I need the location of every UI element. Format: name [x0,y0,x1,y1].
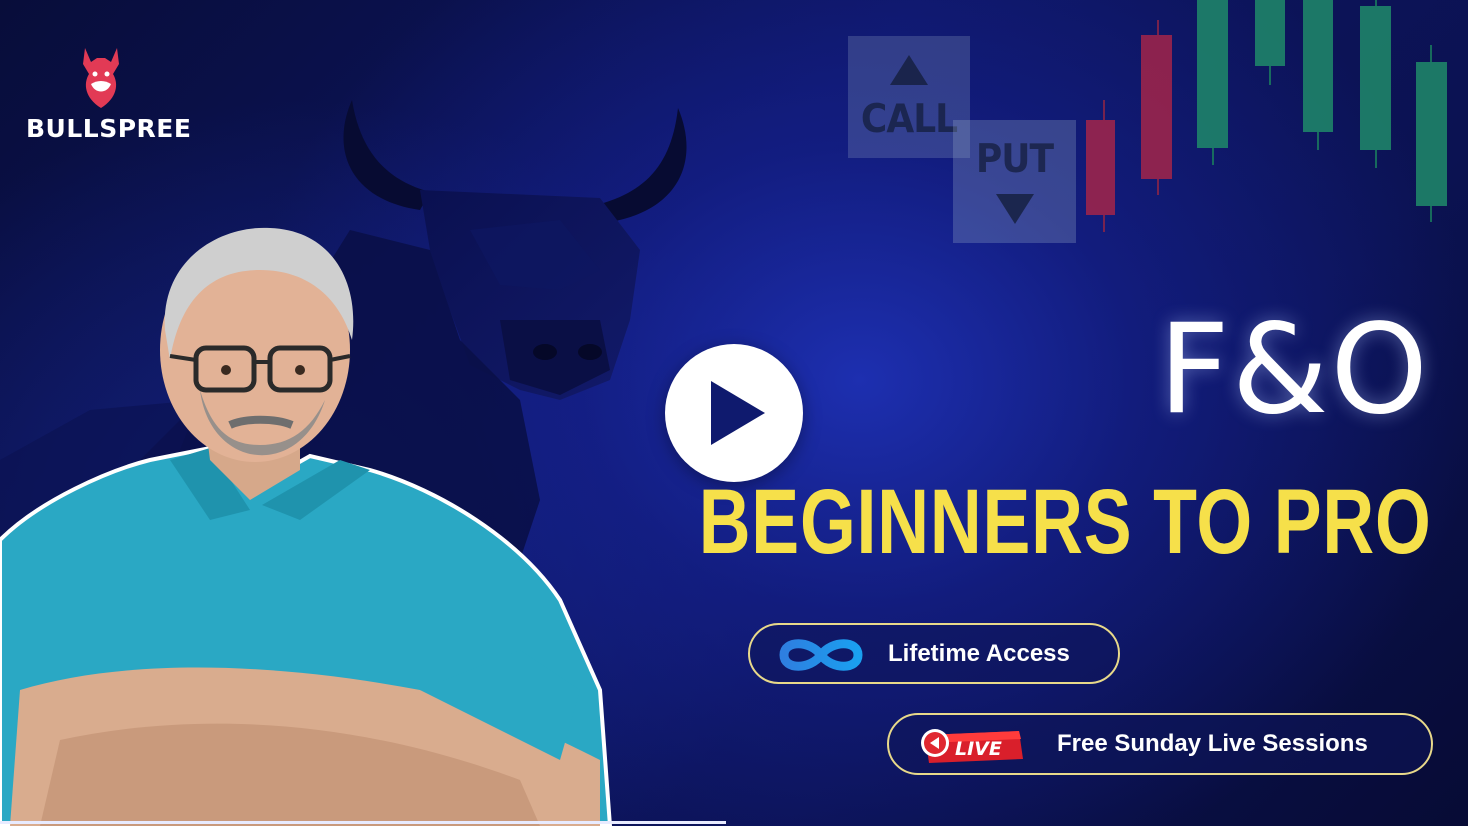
course-subtitle: BEGINNERS TO PRO [699,471,1432,573]
put-box: PUT [953,120,1076,243]
live-badge-text: LIVE [955,738,1002,760]
feature-label: Lifetime Access [888,639,1070,667]
thumbnail: CALL PUT BULLSPREE F&O BEGINNERS TO PRO … [0,0,1468,826]
feature-pill-live: LIVE Free Sunday Live Sessions [887,713,1433,775]
brand-logo: BULLSPREE [26,44,192,154]
call-label: CALL [860,96,958,142]
live-badge-icon: LIVE [921,729,1023,763]
instructor-photo [0,227,613,826]
progress-line [0,821,726,824]
course-title: F&O [1158,298,1430,442]
infinity-icon [779,639,863,671]
put-label: PUT [975,136,1054,183]
call-box: CALL [848,36,970,158]
candlestick-chart-decoration [1086,0,1447,232]
feature-pill-lifetime: Lifetime Access [748,623,1120,684]
bull-logo-icon [83,48,119,108]
brand-name: BULLSPREE [26,114,192,143]
up-arrow-icon [890,54,928,85]
feature-label: Free Sunday Live Sessions [1057,730,1368,757]
play-icon [711,381,765,445]
play-button[interactable] [665,344,803,482]
down-arrow-icon [995,194,1034,224]
